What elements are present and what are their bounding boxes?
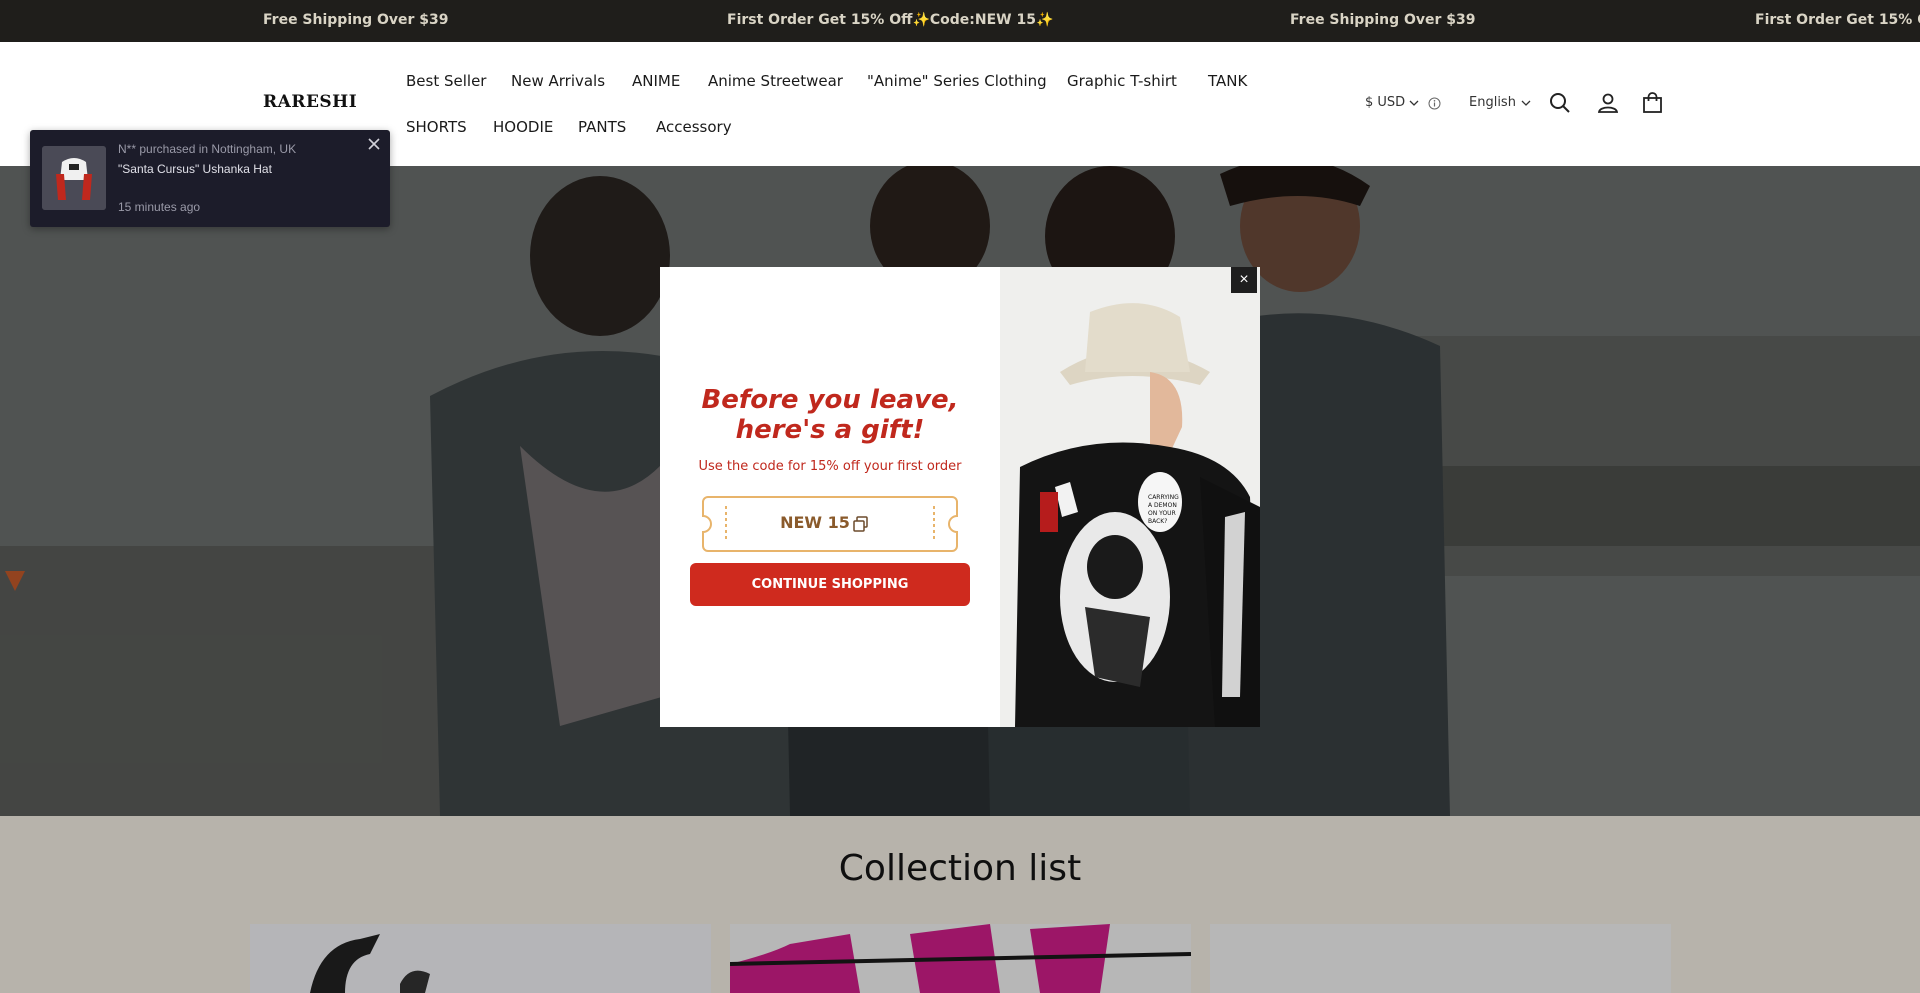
svg-text:BACK?: BACK?: [1148, 518, 1167, 525]
nav-anime[interactable]: ANIME: [632, 72, 680, 90]
purchase-product[interactable]: "Santa Cursus" Ushanka Hat: [118, 162, 272, 176]
model-sweatshirt-image: CARRYING A DEMON ON YOUR BACK?: [1000, 267, 1260, 727]
close-popup-button[interactable]: ×: [1231, 267, 1257, 293]
continue-shopping-button[interactable]: CONTINUE SHOPPING: [690, 563, 970, 606]
product-thumbnail: [42, 146, 106, 210]
coupon-code[interactable]: NEW 15: [702, 513, 958, 532]
announcement-item: Free Shipping Over $39: [263, 12, 449, 28]
modal-backdrop: [0, 816, 1920, 993]
nav-new-arrivals[interactable]: New Arrivals: [511, 72, 605, 90]
info-icon[interactable]: [1428, 97, 1441, 110]
nav-accessory[interactable]: Accessory: [656, 118, 732, 136]
popup-headline: Before you leave, here's a gift!: [660, 385, 1000, 445]
headline-line: here's a gift!: [735, 415, 925, 445]
nav-graphic-tshirt[interactable]: Graphic T-shirt: [1067, 72, 1177, 90]
announcement-item: Free Shipping Over $39: [1290, 12, 1476, 28]
nav-tank[interactable]: TANK: [1208, 72, 1247, 90]
announcement-bar: Free Shipping Over $39 First Order Get 1…: [0, 0, 1920, 42]
popup-content: Before you leave, here's a gift! Use the…: [660, 267, 1000, 727]
popup-subtext: Use the code for 15% off your first orde…: [698, 459, 962, 474]
language-selector[interactable]: English: [1469, 95, 1516, 110]
svg-text:CARRYING: CARRYING: [1148, 494, 1179, 501]
nav-hoodie[interactable]: HOODIE: [493, 118, 553, 136]
purchase-location: N** purchased in Nottingham, UK: [118, 142, 297, 156]
site-logo[interactable]: RARESHI: [263, 92, 357, 112]
popup-image: CARRYING A DEMON ON YOUR BACK?: [1000, 267, 1260, 727]
svg-text:ON YOUR: ON YOUR: [1148, 510, 1176, 517]
account-icon[interactable]: [1597, 92, 1619, 114]
chevron-down-icon: [1409, 100, 1419, 106]
nav-best-seller[interactable]: Best Seller: [406, 72, 486, 90]
nav-anime-streetwear[interactable]: Anime Streetwear: [708, 72, 843, 90]
purchase-time: 15 minutes ago: [118, 200, 201, 214]
purchase-notification[interactable]: N** purchased in Nottingham, UK "Santa C…: [30, 130, 390, 227]
nav-shorts[interactable]: SHORTS: [406, 118, 467, 136]
cart-icon[interactable]: [1642, 92, 1663, 114]
announcement-item: First Order Get 15% Off✨Code:NEW 15✨: [727, 12, 1054, 28]
discount-popup: Before you leave, here's a gift! Use the…: [660, 267, 1260, 727]
collection-section: Collection list: [0, 816, 1920, 993]
currency-selector[interactable]: $ USD: [1365, 95, 1405, 110]
search-icon[interactable]: [1549, 92, 1571, 114]
close-icon[interactable]: [366, 136, 382, 152]
nav-pants[interactable]: PANTS: [578, 118, 626, 136]
chevron-down-icon: [1521, 100, 1531, 106]
nav-anime-series-clothing[interactable]: "Anime" Series Clothing: [867, 72, 1047, 90]
copy-icon[interactable]: [852, 515, 870, 533]
svg-text:A DEMON: A DEMON: [1148, 502, 1177, 509]
announcement-item: First Order Get 15% Off✨: [1755, 12, 1920, 28]
headline-line: Before you leave,: [701, 385, 959, 415]
